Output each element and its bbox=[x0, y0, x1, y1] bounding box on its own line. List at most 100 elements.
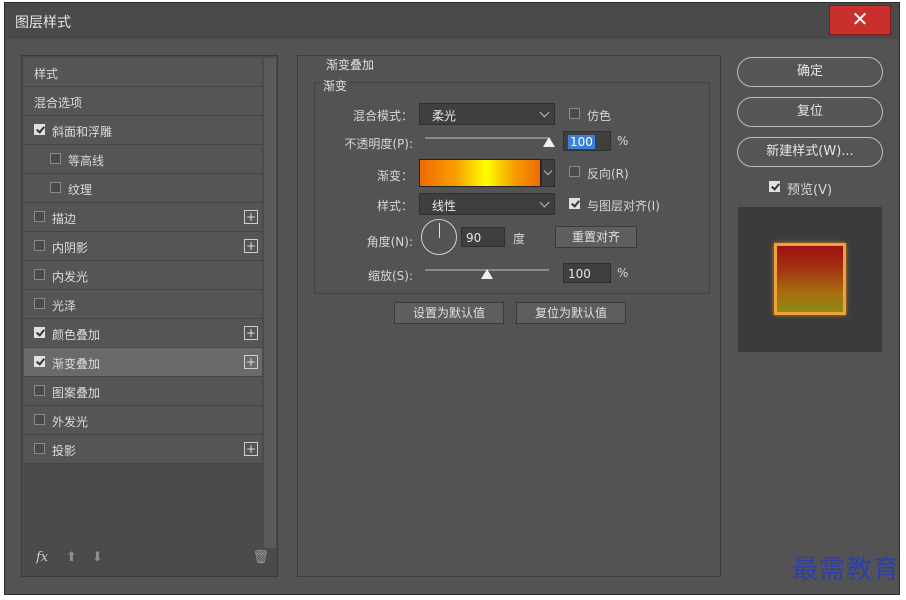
styles-list-item-label: 混合选项 bbox=[34, 96, 83, 110]
angle-unit: 度 bbox=[513, 232, 526, 246]
preview-swatch bbox=[774, 243, 846, 315]
style-checkbox[interactable] bbox=[34, 443, 45, 454]
preview-checkbox[interactable] bbox=[769, 181, 780, 192]
style-select[interactable]: 线性 bbox=[419, 193, 555, 215]
opacity-label: 不透明度(P): bbox=[344, 137, 413, 151]
styles-list-item[interactable]: 描边 + bbox=[24, 203, 262, 232]
preview-label: 预览(V) bbox=[787, 183, 833, 198]
dither-label: 仿色 bbox=[587, 109, 612, 123]
scale-slider-thumb[interactable] bbox=[481, 269, 493, 279]
styles-list-item[interactable]: 光泽 bbox=[24, 290, 262, 319]
style-checkbox[interactable] bbox=[34, 327, 45, 338]
title-bar: 图层样式 ✕ bbox=[5, 3, 899, 39]
move-up-icon[interactable]: ⬆ bbox=[66, 550, 77, 565]
gradient-label: 渐变： bbox=[376, 169, 413, 183]
scale-label: 缩放(S): bbox=[367, 269, 413, 283]
close-icon: ✕ bbox=[851, 7, 869, 31]
styles-list-item-label: 纹理 bbox=[68, 183, 93, 197]
add-effect-icon[interactable]: + bbox=[244, 355, 258, 369]
style-checkbox[interactable] bbox=[34, 211, 45, 222]
add-effect-icon[interactable]: + bbox=[244, 239, 258, 253]
group-title: 渐变 bbox=[321, 77, 350, 94]
fx-icon[interactable]: fx bbox=[36, 550, 48, 565]
styles-list-item-label: 图案叠加 bbox=[52, 386, 101, 400]
chevron-down-icon bbox=[539, 107, 550, 118]
styles-list-item-label: 样式 bbox=[34, 67, 59, 81]
add-effect-icon[interactable]: + bbox=[244, 210, 258, 224]
styles-list-item[interactable]: 纹理 bbox=[24, 174, 262, 203]
style-checkbox[interactable] bbox=[34, 269, 45, 280]
style-checkbox[interactable] bbox=[34, 240, 45, 251]
angle-dial[interactable] bbox=[421, 219, 457, 255]
styles-list-item-label: 外发光 bbox=[52, 415, 89, 429]
ok-button[interactable]: 确定 bbox=[737, 57, 883, 87]
style-value: 线性 bbox=[432, 199, 457, 213]
opacity-slider-thumb[interactable] bbox=[543, 137, 555, 147]
blend-mode-value: 柔光 bbox=[432, 109, 457, 123]
align-with-layer-label: 与图层对齐(I) bbox=[587, 199, 660, 213]
reset-to-default-button[interactable]: 复位为默认值 bbox=[516, 302, 626, 324]
styles-list-item[interactable]: 斜面和浮雕 bbox=[24, 116, 262, 145]
dialog-title: 图层样式 bbox=[15, 15, 71, 31]
styles-list-item-label: 斜面和浮雕 bbox=[52, 125, 113, 139]
set-as-default-button[interactable]: 设置为默认值 bbox=[394, 302, 504, 324]
styles-list-item-label: 描边 bbox=[52, 212, 77, 226]
opacity-input[interactable]: 100 bbox=[563, 131, 611, 151]
blend-mode-select[interactable]: 柔光 bbox=[419, 103, 555, 125]
style-checkbox[interactable] bbox=[50, 153, 61, 164]
gradient-group: 渐变 混合模式： 柔光 仿色 不透明度(P): 100 % 渐变： 反向(R) … bbox=[314, 77, 710, 294]
chevron-down-icon bbox=[539, 197, 550, 208]
section-title: 渐变叠加 bbox=[326, 58, 375, 72]
styles-list-scrollbar[interactable] bbox=[264, 58, 276, 548]
styles-list-item[interactable]: 内发光 bbox=[24, 261, 262, 290]
blend-mode-label: 混合模式： bbox=[352, 109, 413, 123]
gradient-picker-chevron[interactable] bbox=[541, 159, 555, 187]
opacity-value: 100 bbox=[568, 135, 595, 149]
gradient-swatch[interactable] bbox=[419, 159, 541, 187]
style-checkbox[interactable] bbox=[50, 182, 61, 193]
dither-checkbox[interactable] bbox=[569, 108, 580, 119]
styles-list-item[interactable]: 渐变叠加 + bbox=[24, 348, 262, 377]
styles-list-item[interactable]: 混合选项 bbox=[24, 87, 262, 116]
style-checkbox[interactable] bbox=[34, 414, 45, 425]
angle-label: 角度(N): bbox=[366, 235, 413, 249]
styles-list-item-label: 光泽 bbox=[52, 299, 77, 313]
style-checkbox[interactable] bbox=[34, 124, 45, 135]
scale-unit: % bbox=[617, 266, 629, 280]
reverse-label: 反向(R) bbox=[587, 167, 629, 181]
add-effect-icon[interactable]: + bbox=[244, 326, 258, 340]
move-down-icon[interactable]: ⬇ bbox=[92, 550, 103, 565]
scale-value: 100 bbox=[568, 267, 591, 281]
new-style-button[interactable]: 新建样式(W)... bbox=[737, 137, 883, 167]
style-label: 样式： bbox=[376, 199, 413, 213]
styles-list-item[interactable]: 外发光 bbox=[24, 406, 262, 435]
align-with-layer-checkbox[interactable] bbox=[569, 198, 580, 209]
reverse-checkbox[interactable] bbox=[569, 166, 580, 177]
styles-list-footer: fx ⬆ ⬇ 🗑 bbox=[34, 550, 269, 568]
close-button[interactable]: ✕ bbox=[829, 5, 891, 35]
styles-list-panel: 样式 混合选项 斜面和浮雕 等高线 纹理 描边 + 内阴影 + 内发光 光泽 颜色叠加 + 渐变叠加 + 图案… bbox=[21, 55, 278, 577]
styles-list-item-label: 颜色叠加 bbox=[52, 328, 101, 342]
watermark-text: 最需教育 bbox=[791, 555, 900, 585]
scale-input[interactable]: 100 bbox=[563, 263, 611, 283]
angle-input[interactable]: 90 bbox=[461, 227, 505, 247]
trash-icon[interactable]: 🗑 bbox=[252, 550, 269, 565]
style-checkbox[interactable] bbox=[34, 385, 45, 396]
add-effect-icon[interactable]: + bbox=[244, 442, 258, 456]
styles-list-item-label: 等高线 bbox=[68, 154, 105, 168]
styles-list-item-label: 内阴影 bbox=[52, 241, 89, 255]
styles-list-item[interactable]: 样式 bbox=[24, 58, 262, 87]
opacity-unit: % bbox=[617, 134, 629, 148]
styles-list-item[interactable]: 颜色叠加 + bbox=[24, 319, 262, 348]
styles-list-item[interactable]: 内阴影 + bbox=[24, 232, 262, 261]
styles-list-item[interactable]: 等高线 bbox=[24, 145, 262, 174]
style-checkbox[interactable] bbox=[34, 298, 45, 309]
styles-list-item[interactable]: 图案叠加 bbox=[24, 377, 262, 406]
opacity-slider-track[interactable] bbox=[425, 137, 549, 139]
style-checkbox[interactable] bbox=[34, 356, 45, 367]
layer-style-dialog: 图层样式 ✕ 样式混合选项斜面和浮雕等高线纹理描边 + 内阴影 + 内发光光泽颜色叠加 +… bbox=[4, 2, 900, 595]
styles-list-item[interactable]: 投影 + bbox=[24, 435, 262, 464]
reset-button[interactable]: 复位 bbox=[737, 97, 883, 127]
styles-list: 样式 混合选项 斜面和浮雕 等高线 纹理 描边 + 内阴影 + 内发光 光泽 颜色叠加 + 渐变叠加 + 图案… bbox=[24, 58, 262, 464]
reset-alignment-button[interactable]: 重置对齐 bbox=[555, 226, 637, 248]
